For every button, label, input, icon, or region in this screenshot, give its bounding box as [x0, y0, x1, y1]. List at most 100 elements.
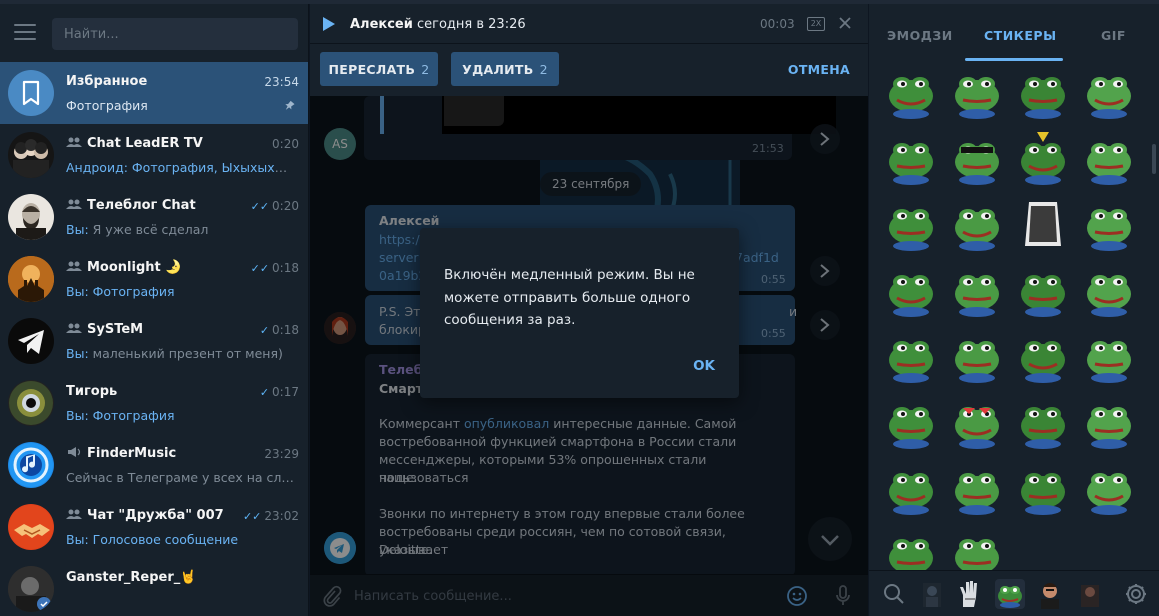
sticker-set-icon[interactable]: [1035, 579, 1065, 609]
chat-item-tigor[interactable]: Тигорь ✓ 0:17 Вы: Фотография: [0, 372, 308, 434]
sticker-set-icon-active[interactable]: [995, 579, 1025, 609]
pepe-sticker[interactable]: [1015, 394, 1071, 450]
player-title[interactable]: Алексей сегодня в 23:26: [350, 17, 526, 32]
tab-gif[interactable]: GIF: [1101, 28, 1126, 43]
group-icon: [66, 199, 82, 209]
pepe-sticker[interactable]: [1081, 64, 1137, 120]
dialog-text: Включён медленный режим. Вы не можете от…: [444, 267, 695, 328]
pepe-sticker[interactable]: [1015, 328, 1071, 384]
pepe-sticker[interactable]: [883, 130, 939, 186]
pepe-sticker[interactable]: [1015, 196, 1071, 252]
chat-time: ✓✓ 23:02: [242, 509, 299, 523]
chat-time: 0:20: [272, 137, 299, 151]
close-icon[interactable]: [838, 16, 852, 30]
pepe-sticker[interactable]: [1015, 262, 1071, 318]
pepe-sticker[interactable]: [949, 196, 1005, 252]
chat-list: Избранное 23:54 Фотография Chat LeadER T…: [0, 62, 308, 616]
sticker-set-icon[interactable]: [917, 579, 947, 609]
bookmark-icon: [22, 80, 40, 106]
group-icon: [66, 137, 82, 147]
search-icon[interactable]: [879, 579, 909, 609]
sticker-set-icon[interactable]: [1075, 579, 1105, 609]
chat-name: Избранное: [66, 74, 148, 89]
chat-time: ✓ 0:18: [259, 323, 299, 337]
group-icon: [66, 509, 82, 519]
pepe-sticker[interactable]: [1081, 130, 1137, 186]
chat-name: Ganster_Reper_🤘: [66, 570, 197, 585]
chat-item-moonlight[interactable]: Moonlight 🌛 ✓✓ 0:18 Вы: Фотография: [0, 248, 308, 310]
chat-item-druzhba[interactable]: Чат "Дружба" 007 ✓✓ 23:02 Вы: Голосовое с…: [0, 496, 308, 558]
pepe-sticker[interactable]: [1015, 130, 1071, 186]
chat-item-teleblog[interactable]: Телеблог Chat ✓✓ 0:20 Вы: Я уже всё сдела…: [0, 186, 308, 248]
pepe-sticker[interactable]: [883, 64, 939, 120]
chat-avatar: [8, 380, 54, 426]
chat-item-leader-tv[interactable]: Chat LeadER TV 0:20 Андроид: Фотография,…: [0, 124, 308, 186]
chat-item-saved[interactable]: Избранное 23:54 Фотография: [0, 62, 308, 124]
chat-name: Chat LeadER TV: [66, 136, 203, 151]
chat-avatar: [8, 566, 54, 612]
chat-name: Moonlight 🌛: [66, 260, 181, 275]
pepe-sticker[interactable]: [1081, 196, 1137, 252]
pepe-sticker[interactable]: [1015, 64, 1071, 120]
chat-preview: Вы: Я уже всё сделал: [66, 222, 209, 237]
chat-preview: Сейчас в Телеграме у всех на слуху ...: [66, 470, 294, 485]
pepe-sticker[interactable]: [949, 460, 1005, 516]
pepe-sticker[interactable]: [949, 64, 1005, 120]
pepe-sticker[interactable]: [949, 394, 1005, 450]
settings-gear-icon[interactable]: [1121, 579, 1151, 609]
pepe-sticker[interactable]: [883, 196, 939, 252]
pepe-sticker[interactable]: [949, 130, 1005, 186]
saved-messages-avatar: [8, 70, 54, 116]
chat-preview: Андроид: Фотография, Ыхыхыхыхы: [66, 160, 294, 175]
chat-avatar: [8, 132, 54, 178]
chat-time: 23:29: [264, 447, 299, 461]
chat-avatar: [8, 504, 54, 550]
search-input[interactable]: [52, 18, 298, 50]
selection-bar: Переслать 2 Удалить 2 Отмена: [310, 44, 868, 96]
chat-name: FinderMusic: [66, 446, 176, 461]
double-check-icon: ✓✓: [242, 510, 262, 523]
tab-stickers[interactable]: Стикеры: [984, 28, 1057, 43]
pepe-sticker[interactable]: [883, 328, 939, 384]
pepe-sticker[interactable]: [1015, 460, 1071, 516]
chat-item-findermusic[interactable]: FinderMusic 23:29 Сейчас в Телеграме у в…: [0, 434, 308, 496]
sticker-set-icon[interactable]: [955, 579, 985, 609]
tab-emoji[interactable]: Эмодзи: [887, 28, 953, 43]
menu-icon[interactable]: [14, 24, 36, 40]
telegram-plane-icon: [18, 330, 44, 354]
chat-preview: Вы: Фотография: [66, 284, 175, 299]
chat-item-system[interactable]: SySTeM ✓ 0:18 Вы: маленький презент от ме…: [0, 310, 308, 372]
pepe-sticker[interactable]: [949, 262, 1005, 318]
cancel-selection-button[interactable]: Отмена: [788, 62, 850, 77]
pepe-sticker[interactable]: [1081, 394, 1137, 450]
chat-name: Телеблог Chat: [66, 198, 196, 213]
sticker-scrollbar[interactable]: [1152, 144, 1156, 174]
pepe-sticker[interactable]: [883, 262, 939, 318]
pepe-sticker[interactable]: [1081, 328, 1137, 384]
dialog-ok-button[interactable]: OK: [693, 358, 715, 374]
pepe-sticker[interactable]: [949, 328, 1005, 384]
chat-name: Тигорь: [66, 384, 118, 399]
delete-selected-button[interactable]: Удалить 2: [451, 52, 559, 86]
chat-preview: Вы: Голосовое сообщение: [66, 532, 239, 547]
pepe-sticker[interactable]: [883, 394, 939, 450]
pin-icon: [285, 100, 295, 110]
forward-selected-button[interactable]: Переслать 2: [320, 52, 438, 86]
chat-name: SySTeM: [66, 322, 143, 337]
group-icon: [66, 261, 82, 271]
panel-tabs: Эмодзи Стикеры GIF: [869, 4, 1159, 62]
chat-avatar: [8, 256, 54, 302]
chat-time: ✓✓ 0:20: [250, 199, 299, 213]
chat-preview: Фотография: [66, 98, 148, 113]
chat-item-ganster[interactable]: Ganster_Reper_🤘: [0, 558, 308, 616]
pepe-sticker[interactable]: [883, 460, 939, 516]
chat-name: Чат "Дружба" 007: [66, 508, 224, 523]
pepe-sticker[interactable]: [1081, 262, 1137, 318]
chat-avatar: [8, 442, 54, 488]
playback-speed-toggle[interactable]: 2X: [807, 17, 825, 31]
double-check-icon: ✓✓: [250, 200, 270, 213]
pepe-sticker[interactable]: [1081, 460, 1137, 516]
double-check-icon: ✓✓: [250, 262, 270, 275]
play-icon[interactable]: [322, 16, 336, 32]
chat-avatar: [8, 194, 54, 240]
